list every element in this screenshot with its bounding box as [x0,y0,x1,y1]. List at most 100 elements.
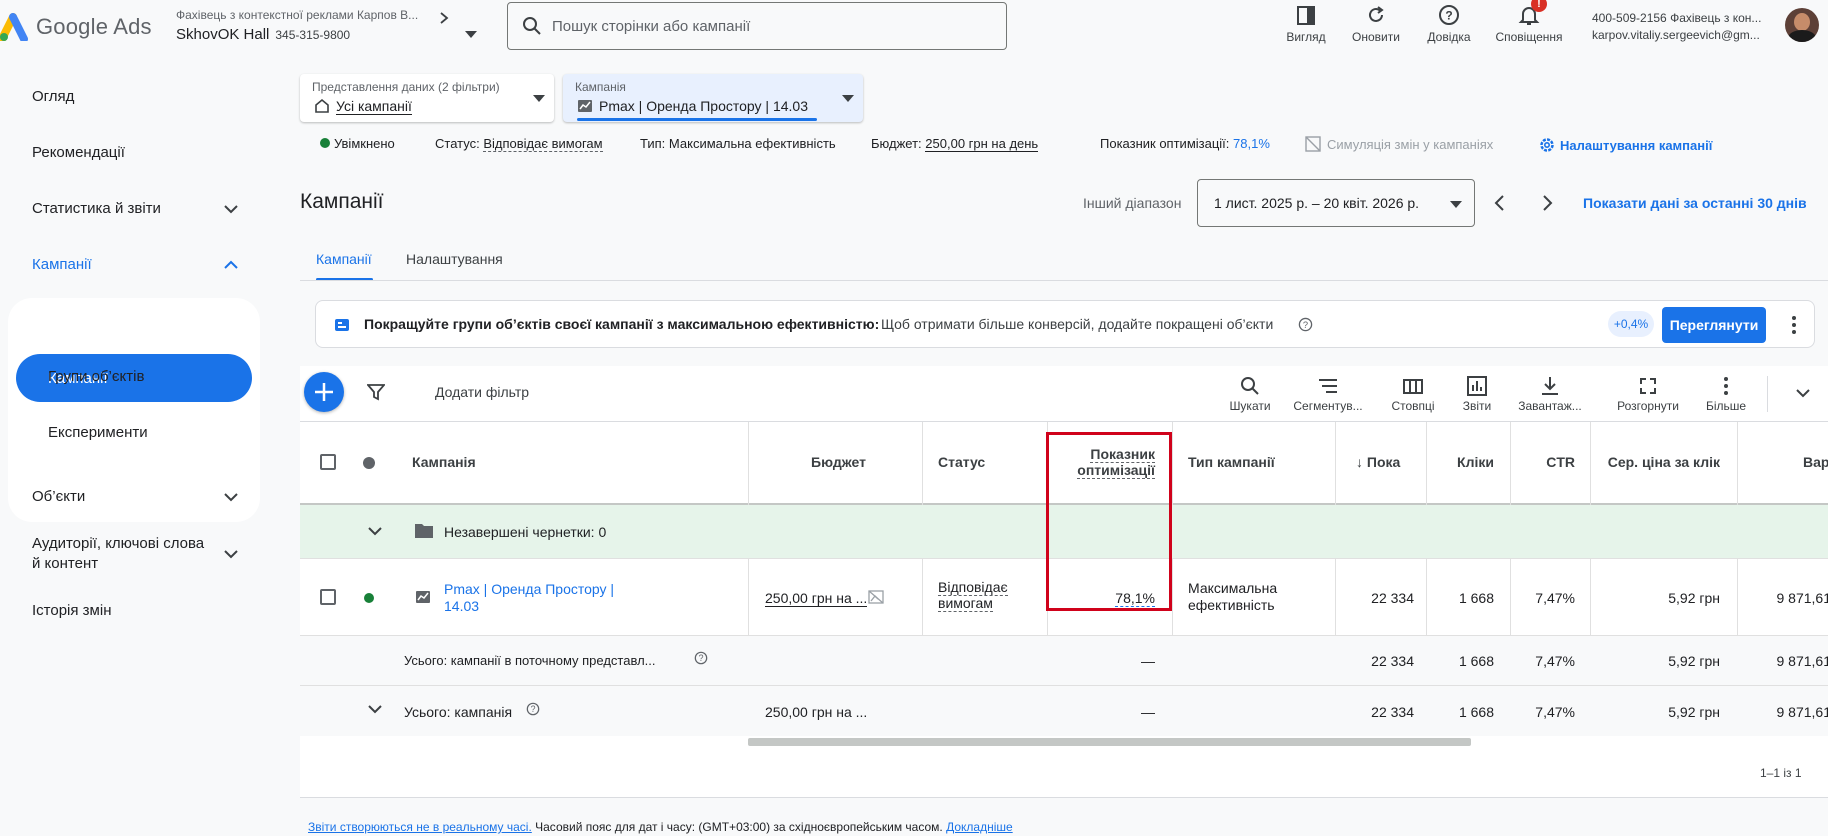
columns-icon [1403,379,1423,394]
status-label: Статус: [435,136,480,151]
google-ads-logo[interactable]: Google Ads [0,12,152,42]
chevron-right-icon[interactable] [1540,194,1554,212]
column-header-cost[interactable]: Варті [1740,454,1828,470]
row-cost: 9 871,61 г [1776,590,1828,606]
notifications-button[interactable]: Сповіщення ! [1491,0,1567,44]
filter-icon[interactable] [367,383,385,401]
last-30-days-link[interactable]: Показати дані за останні 30 днів [1583,195,1807,211]
expand-button[interactable]: Розгорнути [1612,376,1684,413]
sidebar-item-campaigns-group[interactable]: Кампанії [32,256,238,273]
row-ctr: 7,47% [1535,590,1575,606]
opt-value[interactable]: 78,1% [1233,136,1270,151]
uplift-badge: +0,4% [1608,311,1654,337]
realtime-reports-link[interactable]: Звіти створюються не в реальному часі. [308,820,532,834]
eligibility-status: Статус: Відповідає вимогам [435,136,603,152]
chevron-left-icon[interactable] [1493,194,1507,212]
column-header-impressions[interactable]: ↓ Пока [1356,454,1400,470]
campaign-filter-dropdown[interactable]: Кампанія Pmax | Оренда Простору | 14.03 [563,74,863,122]
date-range-picker[interactable]: 1 лист. 2025 р. – 20 квіт. 2026 р. [1197,179,1475,227]
column-header-status[interactable]: Статус [938,454,985,470]
search-tool-button[interactable]: Шукати [1215,376,1285,413]
sidebar-item-asset-groups[interactable]: Групи об’єктів [48,368,144,385]
reports-button[interactable]: Звіти [1452,376,1502,413]
sidebar-item-experiments[interactable]: Експерименти [48,424,148,441]
search-icon [523,17,541,35]
plus-icon [315,383,333,401]
sidebar-item-recommendations[interactable]: Рекомендації [32,144,238,161]
help-button[interactable]: ? Довідка [1414,4,1484,44]
sidebar-item-label: Кампанії [32,256,92,273]
expand-label: Розгорнути [1617,399,1679,413]
chevron-down-icon[interactable] [1796,388,1810,398]
sidebar-item-label: Рекомендації [32,144,125,161]
select-all-checkbox[interactable] [320,454,336,470]
avatar[interactable] [1785,8,1819,42]
help-icon[interactable]: ? [1298,317,1313,332]
segment-icon [1319,379,1337,393]
more-vert-icon [1724,377,1728,395]
type-value: Максимальна ефективність [668,136,836,151]
pmax-campaign-icon [416,591,430,603]
campaign-name-link[interactable]: Pmax | Оренда Простору | 14.03 [444,581,614,615]
sidebar-item-overview[interactable]: Огляд [32,88,238,105]
view-filter-dropdown[interactable]: Представлення даних (2 фільтри) Усі камп… [300,74,554,122]
status-value[interactable]: Відповідає вимогам [483,136,603,152]
column-header-avg-cpc[interactable]: Сер. ціна за клік [1590,454,1720,470]
search-placeholder: Пошук сторінки або кампанії [552,17,751,35]
chevron-down-icon [224,492,238,501]
appearance-button[interactable]: Вигляд [1271,4,1341,44]
user-account-info[interactable]: 400-509-2156 Фахівець з кон... karpov.vi… [1592,10,1792,44]
chevron-down-icon[interactable] [368,704,382,714]
sidebar-item-history[interactable]: Історія змін [32,602,238,619]
more-button[interactable]: Більше [1700,376,1752,413]
sidebar-item-label: й контент [32,555,99,572]
budget-value[interactable]: 250,00 грн на день [925,136,1039,152]
download-button[interactable]: Завантаж... [1512,376,1588,413]
tab-divider [300,280,1828,281]
simulation-button[interactable]: Симуляція змін у кампаніях [1305,136,1493,152]
tab-campaigns[interactable]: Кампанії [316,251,372,267]
sidebar-item-audiences[interactable]: Аудиторії, ключові слова й контент [32,534,238,574]
budget-simulation-icon[interactable] [868,589,884,605]
total-view-opt: — [1141,653,1155,669]
row-status[interactable]: Відповідає вимогам [938,579,1008,612]
column-header-ctr[interactable]: CTR [1500,454,1575,470]
tab-settings[interactable]: Налаштування [406,251,503,267]
segment-button[interactable]: Сегментув... [1288,376,1368,413]
review-button[interactable]: Переглянути [1662,307,1766,343]
column-header-campaign[interactable]: Кампанія [412,454,476,470]
notifications-label: Сповіщення [1495,30,1563,44]
chevron-right-icon[interactable] [438,12,450,24]
column-header-campaign-type[interactable]: Тип кампанії [1188,454,1275,470]
google-ads-logo-icon [0,13,28,41]
account-switcher[interactable]: Фахівець з контекстної реклами Карпов В.… [176,8,466,43]
campaign-settings-button[interactable]: Налаштування кампанії [1538,136,1712,154]
help-icon[interactable]: ? [526,702,540,716]
caret-down-icon[interactable] [465,31,477,39]
refresh-button[interactable]: Оновити [1341,4,1411,44]
columns-button[interactable]: Стовпці [1383,376,1443,413]
learn-more-link[interactable]: Докладніше [946,820,1013,834]
column-header-budget[interactable]: Бюджет [811,454,866,470]
sidebar-item-assets[interactable]: Об’єкти [32,488,238,505]
search-box[interactable]: Пошук сторінки або кампанії [507,2,1007,50]
campaign-name-line2: 14.03 [444,598,480,614]
row-type-line1: Максимальна [1188,580,1278,596]
view-filter-value: Усі кампанії [336,98,412,115]
row-budget[interactable]: 250,00 грн на ... [765,590,868,607]
sidebar-item-stats[interactable]: Статистика й звіти [32,200,238,217]
more-vert-icon[interactable] [1791,315,1797,335]
chevron-down-icon[interactable] [368,526,382,536]
horizontal-scrollbar[interactable] [748,738,1471,746]
add-campaign-button[interactable] [304,372,344,412]
total-campaign-cpc: 5,92 грн [1668,704,1720,720]
help-icon[interactable]: ? [694,651,708,665]
sidebar: Огляд Рекомендації Статистика й звіти Ка… [0,56,270,836]
row-checkbox[interactable] [320,589,336,605]
column-header-clicks[interactable]: Кліки [1420,454,1494,470]
chevron-down-icon [224,204,238,213]
total-campaign-clicks: 1 668 [1458,704,1494,720]
add-filter-button[interactable]: Додати фільтр [435,384,529,400]
row-type-line2: ефективність [1188,597,1275,613]
table-bottom-border [300,797,1828,798]
